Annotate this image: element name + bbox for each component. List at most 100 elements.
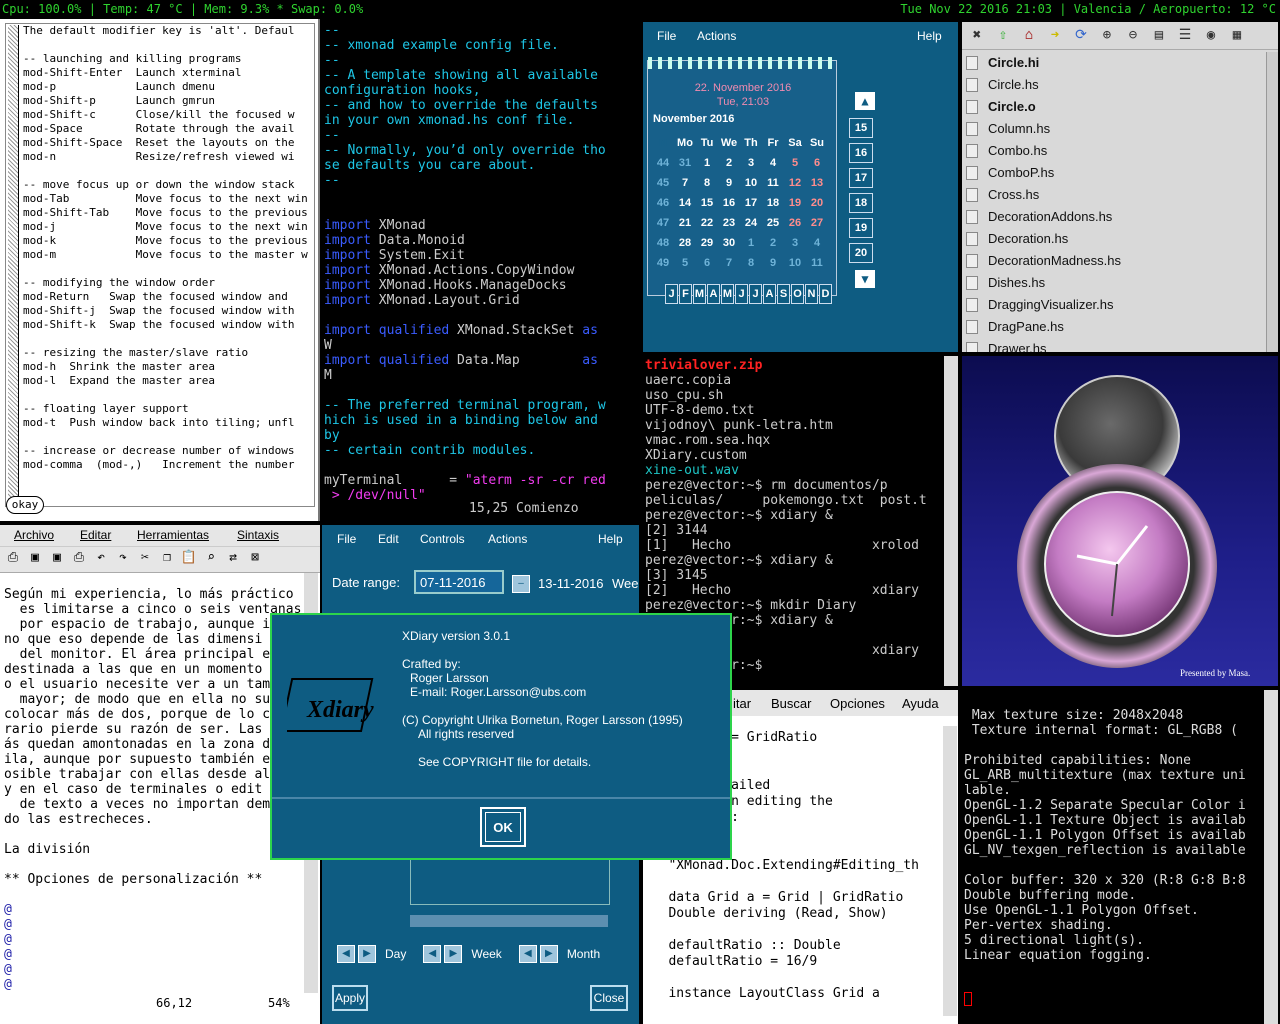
month-tab[interactable]: J [735, 284, 748, 304]
month-tab[interactable]: A [707, 284, 720, 304]
week-tab[interactable]: 18 [849, 193, 873, 213]
menu-herramientas[interactable]: Herramientas [137, 528, 209, 542]
prev-day-icon[interactable]: ◀ [337, 945, 355, 963]
redo-icon[interactable]: ↷ [114, 550, 132, 568]
menu-ayuda[interactable]: Ayuda [902, 696, 939, 711]
month-tab[interactable]: J [749, 284, 762, 304]
details-icon[interactable]: ▤ [1150, 26, 1168, 44]
prev-month-icon[interactable]: ◀ [518, 945, 537, 963]
month-tab[interactable]: D [819, 284, 832, 304]
cut-icon[interactable]: ✂ [136, 550, 154, 568]
file-item[interactable]: Cross.hs [966, 184, 1121, 206]
menu-help[interactable]: Help [917, 29, 942, 43]
day-cell[interactable]: 27 [806, 213, 828, 233]
day-cell[interactable]: 6 [696, 253, 718, 273]
gl-info-text[interactable]: Max texture size: 2048x2048 Texture inte… [964, 708, 1246, 963]
undo-icon[interactable]: ↶ [92, 550, 110, 568]
file-item[interactable]: Decoration.hs [966, 228, 1121, 250]
month-tab[interactable]: M [693, 284, 706, 304]
month-tab[interactable]: N [805, 284, 818, 304]
save-icon[interactable]: ▣ [26, 550, 44, 568]
day-cell[interactable]: 21 [674, 213, 696, 233]
home-icon[interactable]: ⌂ [1020, 26, 1038, 44]
day-cell[interactable]: 10 [740, 173, 762, 193]
day-cell[interactable]: 23 [718, 213, 740, 233]
file-item[interactable]: Circle.hi [966, 52, 1121, 74]
day-cell[interactable]: 5 [784, 153, 806, 173]
day-cell[interactable]: 4 [762, 153, 784, 173]
day-cell[interactable]: 8 [696, 173, 718, 193]
day-cell[interactable]: 28 [674, 233, 696, 253]
day-cell[interactable]: 3 [740, 153, 762, 173]
day-cell[interactable]: 14 [674, 193, 696, 213]
menu-archivo[interactable]: Archivo [14, 528, 54, 542]
day-cell[interactable]: 1 [740, 233, 762, 253]
up-arrow-icon[interactable]: ⇧ [994, 26, 1012, 44]
day-cell[interactable]: 6 [806, 153, 828, 173]
day-cell[interactable]: 13 [806, 173, 828, 193]
file-item[interactable]: DecorationMadness.hs [966, 250, 1121, 272]
file-item[interactable]: ComboP.hs [966, 162, 1121, 184]
month-tab[interactable]: F [679, 284, 692, 304]
prev-week-icon[interactable]: ◀ [423, 945, 442, 963]
day-cell[interactable]: 31 [674, 153, 696, 173]
menu-help[interactable]: Help [598, 532, 623, 546]
next-month-icon[interactable]: ▶ [539, 945, 558, 963]
menu-editar-right[interactable]: itar [733, 696, 751, 711]
entry-hscroll[interactable] [410, 915, 608, 927]
day-cell[interactable]: 1 [696, 153, 718, 173]
week-tab[interactable]: 16 [849, 143, 873, 163]
menu-sintaxis[interactable]: Sintaxis [237, 528, 279, 542]
day-cell[interactable]: 30 [718, 233, 740, 253]
vim-editor[interactable]: -- -- xmonad example config file. -- -- … [321, 19, 639, 521]
zoom-in-icon[interactable]: ⊕ [1098, 26, 1116, 44]
day-cell[interactable]: 7 [674, 173, 696, 193]
vim-buffer[interactable]: -- -- xmonad example config file. -- -- … [324, 23, 638, 518]
day-cell[interactable]: 17 [740, 193, 762, 213]
terminal-scrollbar[interactable] [944, 356, 958, 686]
day-cell[interactable]: 9 [762, 253, 784, 273]
day-cell[interactable]: 29 [696, 233, 718, 253]
forward-icon[interactable]: ➜ [1046, 26, 1064, 44]
menu-actions[interactable]: Actions [488, 532, 527, 546]
day-cell[interactable]: 2 [762, 233, 784, 253]
month-tab[interactable]: A [763, 284, 776, 304]
find-icon[interactable]: ⌕ [202, 550, 220, 568]
day-cell[interactable]: 15 [696, 193, 718, 213]
week-tab[interactable]: 17 [849, 168, 873, 188]
day-cell[interactable]: 25 [762, 213, 784, 233]
close-button[interactable]: Close [590, 985, 628, 1011]
icons-view-icon[interactable]: ▦ [1228, 26, 1246, 44]
menu-edit[interactable]: Edit [378, 532, 399, 546]
file-item[interactable]: Column.hs [966, 118, 1121, 140]
week-tab[interactable]: 19 [849, 218, 873, 238]
emacs-right-scrollbar[interactable] [943, 726, 957, 1016]
day-cell[interactable]: 8 [740, 253, 762, 273]
file-item[interactable]: Drawer.hs [966, 338, 1121, 352]
print-icon[interactable]: ⎙ [4, 550, 22, 568]
month-tab[interactable]: O [791, 284, 804, 304]
date-from-input[interactable]: 07-11-2016 [414, 570, 504, 594]
day-cell[interactable]: 16 [718, 193, 740, 213]
menu-controls[interactable]: Controls [420, 532, 465, 546]
day-cell[interactable]: 11 [762, 173, 784, 193]
week-tab[interactable]: 20 [849, 243, 873, 263]
file-scrollbar[interactable] [1266, 52, 1278, 352]
refresh-icon[interactable]: ⟳ [1072, 26, 1090, 44]
menu-editar[interactable]: Editar [80, 528, 111, 542]
copy-icon[interactable]: ❐ [158, 550, 176, 568]
day-cell[interactable]: 4 [806, 233, 828, 253]
file-item[interactable]: DecorationAddons.hs [966, 206, 1121, 228]
menu-file[interactable]: File [657, 29, 676, 43]
day-cell[interactable]: 12 [784, 173, 806, 193]
month-tab[interactable]: J [665, 284, 678, 304]
file-item[interactable]: DragPane.hs [966, 316, 1121, 338]
day-cell[interactable]: 19 [784, 193, 806, 213]
day-cell[interactable]: 22 [696, 213, 718, 233]
day-cell[interactable]: 20 [806, 193, 828, 213]
day-cell[interactable]: 2 [718, 153, 740, 173]
next-week-icon[interactable]: ▶ [444, 945, 463, 963]
file-item[interactable]: DraggingVisualizer.hs [966, 294, 1121, 316]
file-item[interactable]: Circle.hs [966, 74, 1121, 96]
emacs-left-buffer[interactable]: Según mi experiencia, lo más práctico es… [4, 587, 301, 992]
